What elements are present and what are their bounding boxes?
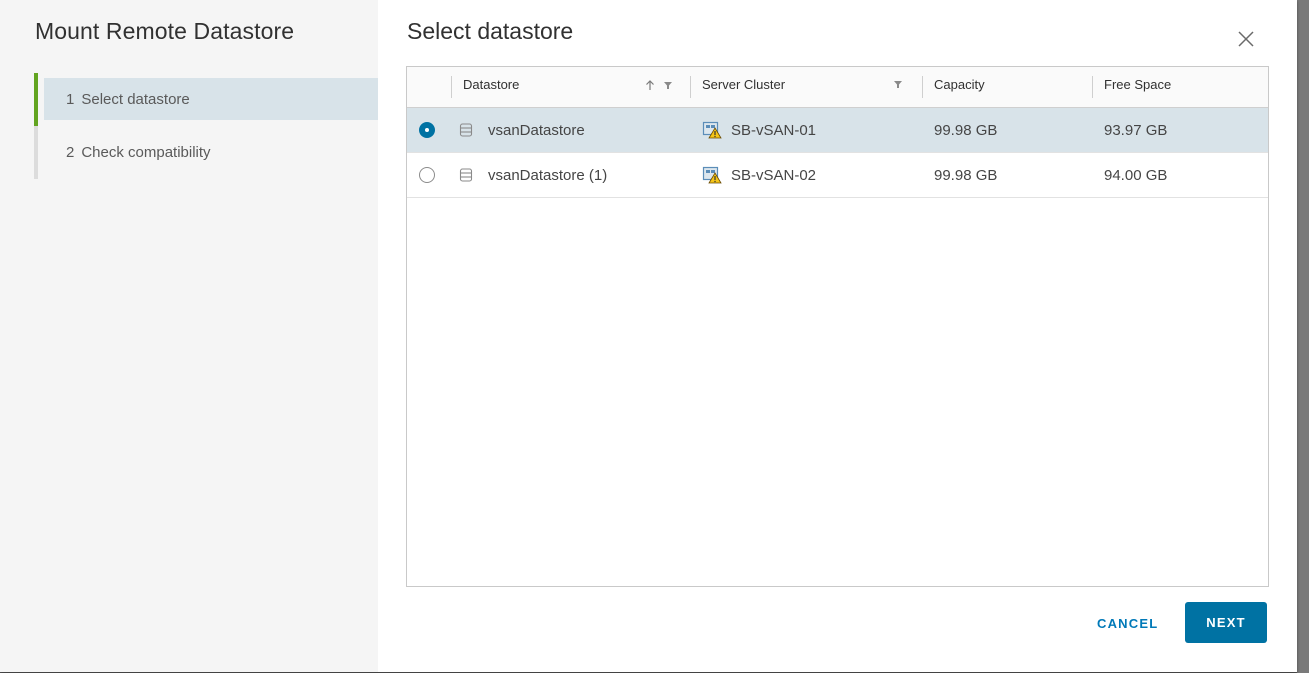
close-icon bbox=[1238, 31, 1254, 47]
capacity-value: 99.98 GB bbox=[934, 166, 998, 184]
step-select-datastore[interactable]: 1 Select datastore bbox=[34, 73, 378, 126]
capacity-cell: 99.98 GB bbox=[922, 108, 1092, 152]
grid-header: Datastore Server Cluster Capacity Free S… bbox=[407, 67, 1268, 108]
step-number: 2 bbox=[66, 144, 75, 161]
server-cluster-cell: SB-vSAN-02 bbox=[690, 153, 922, 197]
wizard-steps: 1 Select datastore 2 Check compatibility bbox=[34, 73, 378, 179]
datastore-name: vsanDatastore (1) bbox=[488, 166, 608, 184]
header-free-space[interactable]: Free Space bbox=[1092, 67, 1268, 107]
free-space-value: 94.00 GB bbox=[1104, 166, 1168, 184]
step-label: Select datastore bbox=[81, 91, 190, 108]
background-page bbox=[1297, 0, 1309, 673]
datastore-icon bbox=[459, 123, 473, 137]
header-datastore-label: Datastore bbox=[463, 77, 520, 92]
mount-remote-datastore-dialog: Mount Remote Datastore 1 Select datastor… bbox=[0, 0, 1297, 672]
sort-ascending-icon[interactable] bbox=[645, 79, 655, 91]
header-select-column bbox=[407, 67, 451, 107]
free-space-value: 93.97 GB bbox=[1104, 121, 1168, 139]
wizard-main: Select datastore Datastore Server Cluste… bbox=[378, 0, 1297, 672]
wizard-title: Mount Remote Datastore bbox=[35, 18, 295, 44]
capacity-value: 99.98 GB bbox=[934, 121, 998, 139]
server-cluster-cell: SB-vSAN-01 bbox=[690, 108, 922, 152]
server-cluster-name: SB-vSAN-02 bbox=[731, 166, 817, 184]
header-server-cluster[interactable]: Server Cluster bbox=[690, 67, 922, 107]
datastore-cell: vsanDatastore (1) bbox=[451, 153, 690, 197]
cancel-button[interactable]: CANCEL bbox=[1087, 602, 1168, 644]
datastore-grid: Datastore Server Cluster Capacity Free S… bbox=[406, 66, 1269, 587]
table-row[interactable]: vsanDatastore (1) SB-vSAN-02 99.98 GB 94… bbox=[407, 153, 1268, 198]
next-button[interactable]: NEXT bbox=[1185, 602, 1267, 643]
step-label: Check compatibility bbox=[81, 144, 211, 161]
wizard-nav: Mount Remote Datastore 1 Select datastor… bbox=[0, 0, 378, 672]
row-radio[interactable] bbox=[419, 167, 435, 183]
filter-icon[interactable] bbox=[663, 80, 673, 90]
capacity-cell: 99.98 GB bbox=[922, 153, 1092, 197]
step-check-compatibility[interactable]: 2 Check compatibility bbox=[34, 126, 378, 179]
page-title: Select datastore bbox=[407, 18, 574, 44]
header-capacity-label: Capacity bbox=[934, 77, 985, 92]
header-capacity[interactable]: Capacity bbox=[922, 67, 1092, 107]
row-select-cell bbox=[407, 153, 451, 197]
step-number: 1 bbox=[66, 91, 75, 108]
free-space-cell: 94.00 GB bbox=[1092, 153, 1268, 197]
filter-icon[interactable] bbox=[893, 79, 903, 89]
wizard-footer: CANCEL NEXT bbox=[378, 602, 1297, 644]
header-datastore[interactable]: Datastore bbox=[451, 67, 690, 107]
row-radio[interactable] bbox=[419, 122, 435, 138]
row-select-cell bbox=[407, 108, 451, 152]
cluster-warning-icon bbox=[702, 166, 722, 184]
datastore-icon bbox=[459, 168, 473, 182]
datastore-name: vsanDatastore bbox=[488, 121, 585, 139]
free-space-cell: 93.97 GB bbox=[1092, 108, 1268, 152]
datastore-cell: vsanDatastore bbox=[451, 108, 690, 152]
header-server-cluster-label: Server Cluster bbox=[702, 77, 786, 92]
cluster-warning-icon bbox=[702, 121, 722, 139]
header-free-space-label: Free Space bbox=[1104, 77, 1172, 92]
close-button[interactable] bbox=[1235, 28, 1257, 50]
table-row[interactable]: vsanDatastore SB-vSAN-01 99.98 GB 93.97 … bbox=[407, 108, 1268, 153]
server-cluster-name: SB-vSAN-01 bbox=[731, 121, 817, 139]
